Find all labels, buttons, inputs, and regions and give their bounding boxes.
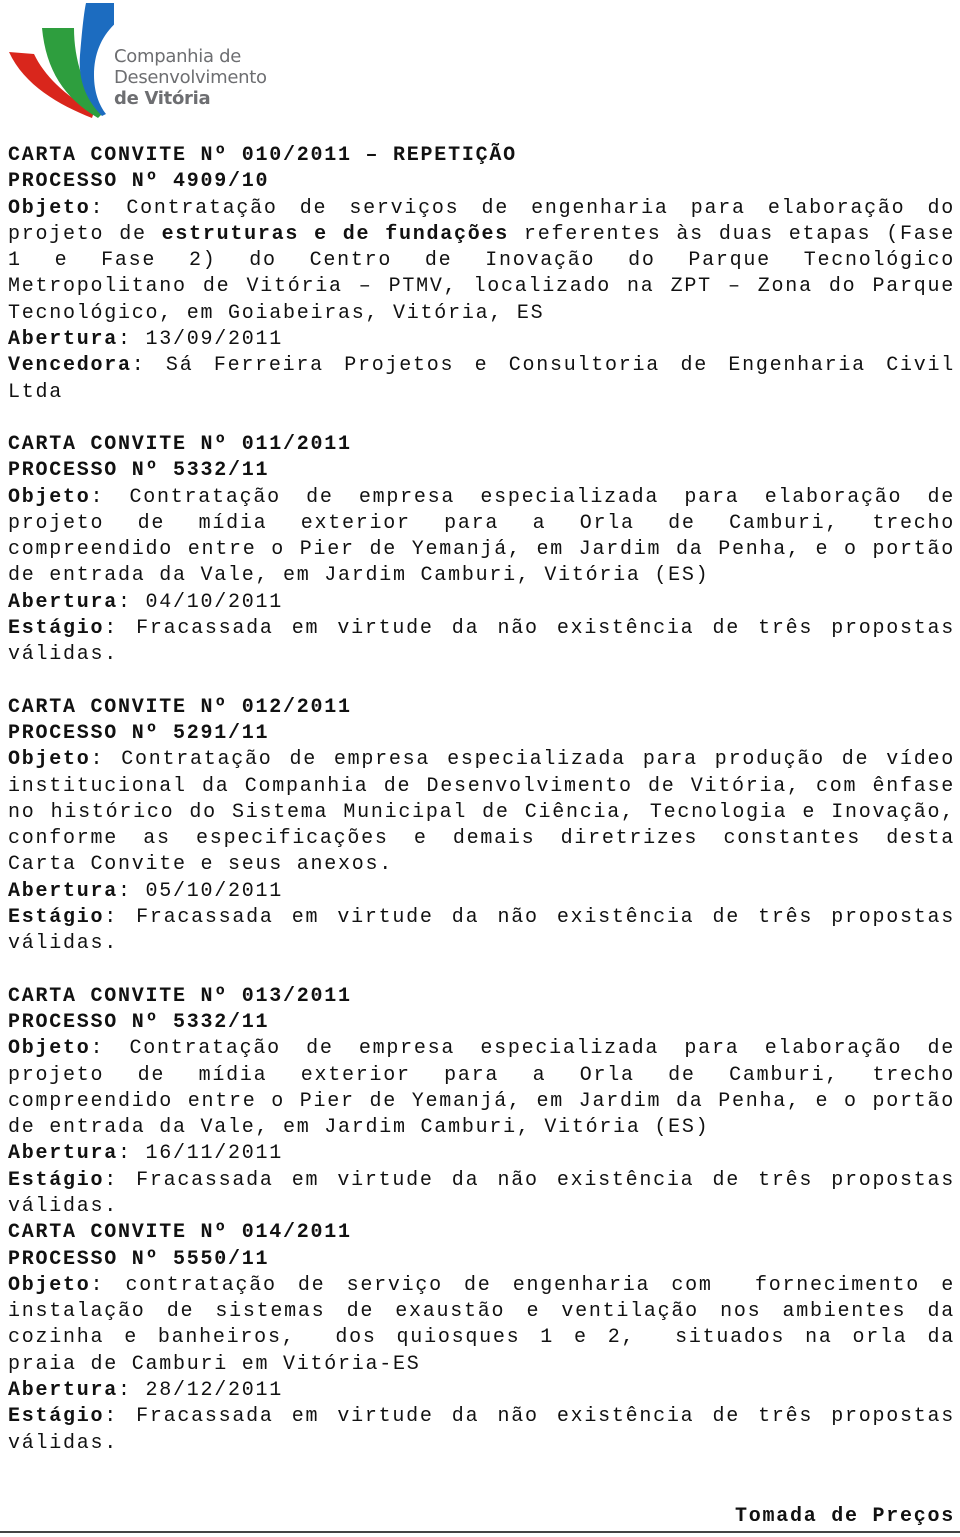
objeto-label: Objeto	[8, 485, 91, 509]
entry-title: CARTA CONVITE Nº 011/2011	[8, 432, 352, 456]
footer-divider	[0, 1531, 960, 1533]
entry-processo: PROCESSO Nº 5332/11	[8, 1010, 270, 1034]
objeto-label: Objeto	[8, 1273, 91, 1297]
document-body: CARTA CONVITE Nº 010/2011 – REPETIÇÃO PR…	[8, 143, 955, 1457]
estagio-label: Estágio	[8, 1405, 105, 1429]
carta-convite-entry: CARTA CONVITE Nº 014/2011 PROCESSO Nº 55…	[8, 1220, 955, 1457]
entry-objeto: Objeto: Contratação de serviços de engen…	[8, 196, 955, 325]
company-logo: Companhia de Desenvolvimento de Vitória	[4, 0, 267, 125]
entry-estagio: Estágio: Fracassada em virtude da não ex…	[8, 906, 955, 956]
section-heading-tomada-de-precos: Tomada de Preços	[734, 1505, 955, 1528]
carta-convite-entry: CARTA CONVITE Nº 011/2011 PROCESSO Nº 53…	[8, 432, 955, 669]
entry-title: CARTA CONVITE Nº 014/2011	[8, 1221, 352, 1245]
entry-title: CARTA CONVITE Nº 013/2011	[8, 984, 352, 1008]
entry-processo: PROCESSO Nº 4909/10	[8, 170, 270, 194]
entry-abertura: Abertura: 28/12/2011	[8, 1379, 284, 1403]
estagio-value: Fracassada em virtude da não existência …	[8, 1168, 955, 1218]
objeto-label: Objeto	[8, 196, 91, 220]
abertura-date: 04/10/2011	[131, 590, 284, 614]
abertura-date: 13/09/2011	[131, 328, 284, 352]
entry-vencedora: Vencedora: Sá Ferreira Projetos e Consul…	[8, 354, 955, 404]
logo-swoosh-icon	[9, 3, 152, 118]
entry-estagio: Estágio: Fracassada em virtude da não ex…	[8, 1168, 955, 1218]
estagio-label: Estágio	[8, 617, 105, 641]
entry-processo: PROCESSO Nº 5332/11	[8, 459, 270, 483]
abertura-date: 05/10/2011	[131, 879, 284, 903]
carta-convite-entry: CARTA CONVITE Nº 013/2011 PROCESSO Nº 53…	[8, 984, 955, 1221]
abertura-label: Abertura	[8, 590, 119, 614]
entry-abertura: Abertura: 04/10/2011	[8, 590, 284, 614]
entry-processo: PROCESSO Nº 5291/11	[8, 721, 270, 745]
carta-convite-entry: CARTA CONVITE Nº 012/2011 PROCESSO Nº 52…	[8, 695, 955, 958]
carta-convite-entry: CARTA CONVITE Nº 010/2011 – REPETIÇÃO PR…	[8, 143, 955, 406]
abertura-label: Abertura	[8, 879, 119, 903]
vencedora-value: Sá Ferreira Projetos e Consultoria de En…	[8, 354, 955, 404]
entry-title: CARTA CONVITE Nº 012/2011	[8, 695, 352, 719]
entry-objeto: Objeto: Contratação de empresa especiali…	[8, 1037, 955, 1140]
entry-objeto: Objeto: Contratação de empresa especiali…	[8, 748, 955, 877]
estagio-value: Fracassada em virtude da não existência …	[8, 906, 955, 956]
logo-line-2: Desenvolvimento	[114, 67, 267, 88]
logo-line-3: de Vitória	[114, 88, 211, 109]
vencedora-label: Vencedora	[8, 354, 132, 378]
estagio-label: Estágio	[8, 906, 105, 930]
entry-abertura: Abertura: 16/11/2011	[8, 1142, 284, 1166]
logo-text: Companhia de Desenvolvimento de Vitória	[114, 46, 267, 109]
entry-estagio: Estágio: Fracassada em virtude da não ex…	[8, 1405, 955, 1455]
abertura-label: Abertura	[8, 1142, 119, 1166]
entry-abertura: Abertura: 05/10/2011	[8, 879, 284, 903]
objeto-label: Objeto	[8, 748, 91, 772]
entry-processo: PROCESSO Nº 5550/11	[8, 1247, 270, 1271]
objeto-label: Objeto	[8, 1037, 91, 1061]
entry-objeto: Objeto: Contratação de empresa especiali…	[8, 485, 955, 588]
entry-abertura: Abertura: 13/09/2011	[8, 328, 284, 352]
abertura-label: Abertura	[8, 328, 119, 352]
entry-title: CARTA CONVITE Nº 010/2011 – REPETIÇÃO	[8, 144, 517, 167]
logo-line-1: Companhia de	[114, 46, 242, 67]
abertura-date: 28/12/2011	[131, 1379, 284, 1403]
objeto-emphasis: estruturas e de fundações	[161, 222, 509, 246]
entry-objeto: Objeto: contratação de serviço de engenh…	[8, 1273, 955, 1376]
abertura-date: 16/11/2011	[131, 1142, 284, 1166]
entry-estagio: Estágio: Fracassada em virtude da não ex…	[8, 617, 955, 667]
estagio-value: Fracassada em virtude da não existência …	[8, 1405, 955, 1455]
estagio-label: Estágio	[8, 1168, 105, 1192]
abertura-label: Abertura	[8, 1379, 119, 1403]
estagio-value: Fracassada em virtude da não existência …	[8, 617, 955, 667]
